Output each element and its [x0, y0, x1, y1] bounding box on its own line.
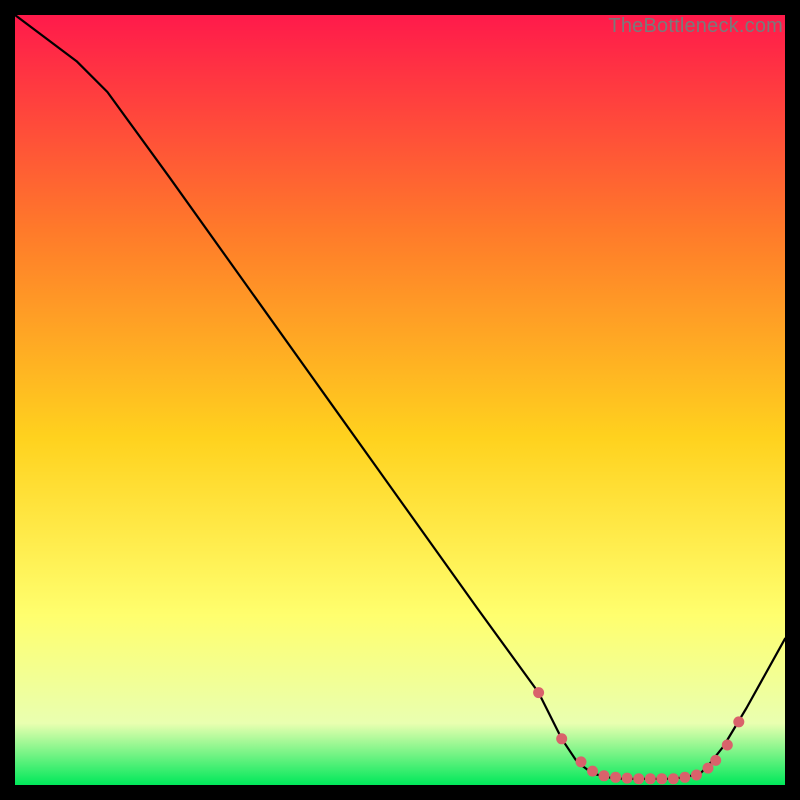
data-dot	[610, 772, 621, 783]
data-dot	[622, 773, 633, 784]
data-dot	[645, 773, 656, 784]
data-dot	[556, 733, 567, 744]
data-dot	[722, 740, 733, 751]
data-dot	[691, 770, 702, 781]
data-dot	[533, 687, 544, 698]
data-dot	[710, 755, 721, 766]
data-dot	[656, 773, 667, 784]
data-dot	[633, 773, 644, 784]
gradient-background	[15, 15, 785, 785]
data-dot	[587, 766, 598, 777]
data-dot	[668, 773, 679, 784]
data-dot	[679, 772, 690, 783]
data-dot	[599, 770, 610, 781]
chart-frame: TheBottleneck.com	[15, 15, 785, 785]
data-dot	[733, 716, 744, 727]
data-dot	[576, 756, 587, 767]
bottleneck-chart	[15, 15, 785, 785]
watermark-text: TheBottleneck.com	[608, 15, 783, 38]
